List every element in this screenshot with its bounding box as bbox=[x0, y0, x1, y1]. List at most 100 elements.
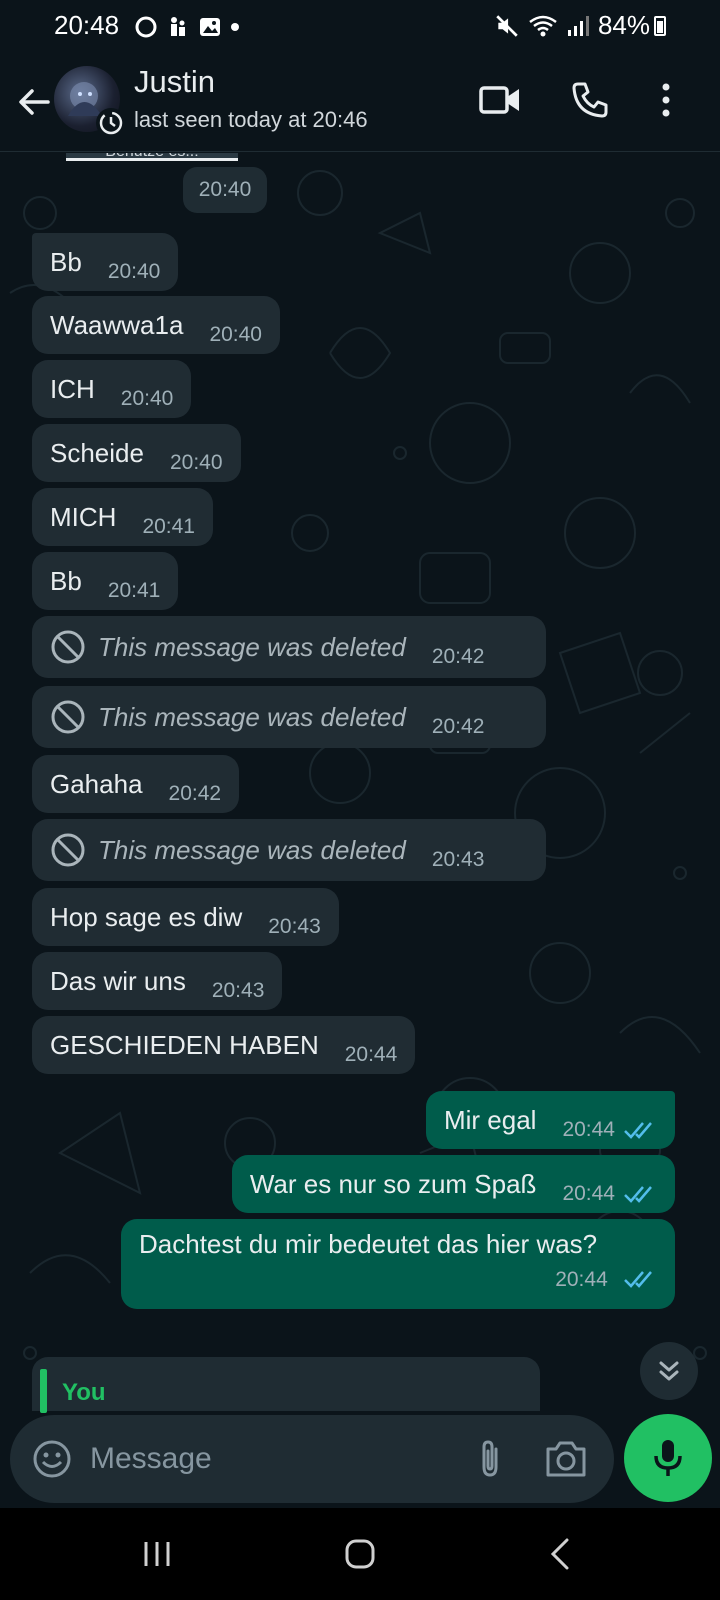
image-icon bbox=[200, 18, 220, 36]
message-text: Scheide bbox=[50, 437, 144, 468]
microphone-icon bbox=[654, 1440, 682, 1476]
sync-icon bbox=[135, 16, 157, 38]
emoji-button[interactable] bbox=[30, 1437, 74, 1481]
message-time: 20:44 bbox=[562, 1182, 615, 1205]
message-in[interactable]: Bb 20:40 bbox=[32, 233, 179, 291]
contact-name[interactable]: Justin bbox=[134, 64, 215, 100]
paperclip-icon bbox=[482, 1440, 498, 1477]
message-in[interactable]: GESCHIEDEN HABEN 20:44 bbox=[32, 1016, 416, 1074]
blocked-icon bbox=[51, 630, 85, 664]
chat-header: Justin last seen today at 20:46 bbox=[0, 52, 720, 152]
status-bar: 20:48 84% bbox=[0, 0, 720, 52]
message-in[interactable]: Das wir uns 20:43 bbox=[32, 952, 283, 1010]
message-in[interactable]: Hop sage es diw 20:43 bbox=[32, 888, 339, 946]
message-in-deleted[interactable]: This message was deleted 20:43 bbox=[32, 819, 546, 881]
last-seen-status: last seen today at 20:46 bbox=[134, 107, 368, 132]
message-list[interactable]: Benutze es..! 20:40 Bb 20:40 Waawwa1a 20… bbox=[0, 153, 720, 1393]
voice-call-button[interactable] bbox=[566, 76, 614, 124]
message-text: Hop sage es diw bbox=[50, 901, 243, 932]
message-out[interactable]: Dachtest du mir bedeutet das hier was? 2… bbox=[121, 1219, 675, 1309]
more-options-button[interactable] bbox=[642, 76, 690, 124]
message-text: Waawwa1a bbox=[50, 309, 184, 340]
battery-icon bbox=[654, 16, 666, 36]
timer-icon bbox=[99, 111, 123, 135]
message-input[interactable] bbox=[90, 1433, 450, 1485]
message-text: Bb bbox=[50, 246, 82, 277]
wifi-icon bbox=[529, 15, 557, 36]
recents-button[interactable] bbox=[132, 1532, 182, 1576]
phone-icon bbox=[572, 82, 608, 118]
status-notification-icons bbox=[134, 13, 240, 41]
disappearing-timer-badge bbox=[96, 108, 126, 138]
message-text: Das wir uns bbox=[50, 965, 186, 996]
chevrons-down-icon bbox=[659, 1361, 679, 1381]
composer bbox=[10, 1415, 614, 1503]
camera-icon bbox=[546, 1441, 586, 1477]
chevron-left-icon bbox=[550, 1538, 569, 1570]
dot-icon bbox=[231, 23, 239, 31]
signal-icon bbox=[567, 15, 589, 36]
message-in-deleted[interactable]: This message was deleted 20:42 bbox=[32, 686, 546, 748]
message-text: Mir egal bbox=[443, 1104, 537, 1135]
image-message-time: 20:40 bbox=[183, 167, 267, 213]
message-time: 20:42 bbox=[431, 715, 485, 738]
reply-preview[interactable]: You bbox=[32, 1357, 540, 1413]
message-in[interactable]: Scheide 20:40 bbox=[32, 424, 241, 482]
reply-accent-bar bbox=[40, 1369, 47, 1413]
message-time: 20:43 bbox=[268, 915, 321, 938]
scroll-to-bottom-button[interactable] bbox=[640, 1342, 698, 1400]
message-text: ICH bbox=[50, 373, 95, 404]
double-check-read-icon bbox=[624, 1271, 652, 1288]
message-time: 20:42 bbox=[431, 645, 485, 668]
message-time: 20:40 bbox=[120, 387, 174, 410]
message-in[interactable]: MICH 20:41 bbox=[32, 488, 213, 546]
message-time: 20:41 bbox=[107, 579, 161, 602]
message-text: War es nur so zum Spaß bbox=[249, 1168, 537, 1199]
double-check-read-icon bbox=[624, 1122, 652, 1139]
message-text: Bb bbox=[50, 565, 82, 596]
message-out[interactable]: Mir egal 20:44 bbox=[425, 1091, 675, 1149]
double-check-read-icon bbox=[624, 1186, 652, 1203]
camera-button[interactable] bbox=[542, 1437, 590, 1481]
message-in[interactable]: Gahaha 20:42 bbox=[32, 755, 240, 813]
message-in-deleted[interactable]: This message was deleted 20:42 bbox=[32, 616, 546, 678]
attach-button[interactable] bbox=[468, 1437, 512, 1481]
message-time: 20:43 bbox=[431, 848, 485, 871]
battery-percent: 84% bbox=[597, 10, 650, 40]
message-text: GESCHIEDEN HABEN bbox=[50, 1029, 319, 1060]
recents-icon bbox=[144, 1542, 170, 1566]
reply-author: You bbox=[62, 1379, 106, 1406]
video-call-icon bbox=[479, 86, 519, 114]
deleted-message-text: This message was deleted bbox=[98, 834, 406, 865]
message-time: 20:40 bbox=[169, 451, 223, 474]
message-out[interactable]: War es nur so zum Spaß 20:44 bbox=[231, 1155, 675, 1213]
back-button[interactable] bbox=[14, 82, 54, 122]
status-time: 20:48 bbox=[54, 10, 120, 40]
home-icon bbox=[345, 1539, 375, 1569]
image-message-bottom[interactable]: Benutze es..! bbox=[66, 153, 238, 161]
message-text: Dachtest du mir bedeutet das hier was? bbox=[139, 1229, 598, 1259]
deleted-message-text: This message was deleted bbox=[98, 631, 406, 662]
blocked-icon bbox=[51, 833, 85, 867]
more-vert-icon bbox=[662, 83, 670, 117]
status-system-icons: 84% bbox=[494, 10, 650, 41]
voice-message-button[interactable] bbox=[624, 1414, 712, 1502]
message-time: 20:44 bbox=[555, 1268, 608, 1291]
message-text: Gahaha bbox=[50, 768, 143, 799]
blocked-icon bbox=[51, 700, 85, 734]
home-button[interactable] bbox=[335, 1532, 385, 1576]
message-text: MICH bbox=[50, 501, 117, 532]
video-call-button[interactable] bbox=[476, 76, 524, 124]
family-icon bbox=[171, 17, 185, 36]
mute-icon bbox=[496, 14, 518, 37]
message-in[interactable]: ICH 20:40 bbox=[32, 360, 192, 418]
deleted-message-text: This message was deleted bbox=[98, 701, 406, 732]
message-in[interactable]: Waawwa1a 20:40 bbox=[32, 296, 280, 354]
message-time: 20:44 bbox=[344, 1043, 398, 1066]
message-time: 20:40 bbox=[209, 323, 262, 346]
message-in[interactable]: Bb 20:41 bbox=[32, 552, 179, 610]
system-back-button[interactable] bbox=[535, 1532, 585, 1576]
arrow-left-icon bbox=[19, 89, 50, 115]
emoji-icon bbox=[33, 1440, 71, 1478]
message-time: 20:40 bbox=[107, 260, 161, 283]
